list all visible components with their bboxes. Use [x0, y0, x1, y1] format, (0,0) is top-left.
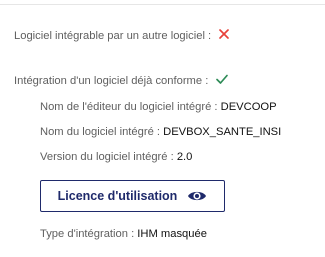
integration-type-label: Type d'intégration :	[40, 228, 135, 240]
integrable-row: Logiciel intégrable par un autre logicie…	[14, 28, 230, 44]
conform-label: Intégration d'un logiciel déjà conforme …	[14, 74, 209, 87]
licence-button[interactable]: Licence d'utilisation	[40, 180, 225, 212]
editor-value: DEVCOOP	[220, 101, 277, 113]
editor-row: Nom de l'éditeur du logiciel intégré : D…	[40, 100, 277, 114]
integrable-label: Logiciel intégrable par un autre logicie…	[14, 29, 212, 42]
check-icon	[215, 73, 229, 89]
licence-button-label: Licence d'utilisation	[57, 189, 178, 203]
version-row: Version du logiciel intégré : 2.0	[40, 150, 192, 164]
software-label: Nom du logiciel intégré :	[40, 126, 161, 138]
version-value: 2.0	[176, 151, 193, 163]
conform-row: Intégration d'un logiciel déjà conforme …	[14, 73, 229, 89]
version-label: Version du logiciel intégré :	[40, 151, 174, 163]
integration-type-value: IHM masquée	[137, 228, 207, 240]
software-row: Nom du logiciel intégré : DEVBOX_SANTE_I…	[40, 125, 281, 139]
editor-label: Nom de l'éditeur du logiciel intégré :	[40, 101, 218, 113]
software-value: DEVBOX_SANTE_INSI	[163, 126, 282, 138]
close-icon	[218, 28, 230, 44]
software-integration-panel: Logiciel intégrable par un autre logicie…	[0, 0, 325, 257]
integration-type-row: Type d'intégration : IHM masquée	[40, 227, 207, 241]
top-divider	[0, 4, 325, 5]
eye-icon	[187, 189, 207, 203]
